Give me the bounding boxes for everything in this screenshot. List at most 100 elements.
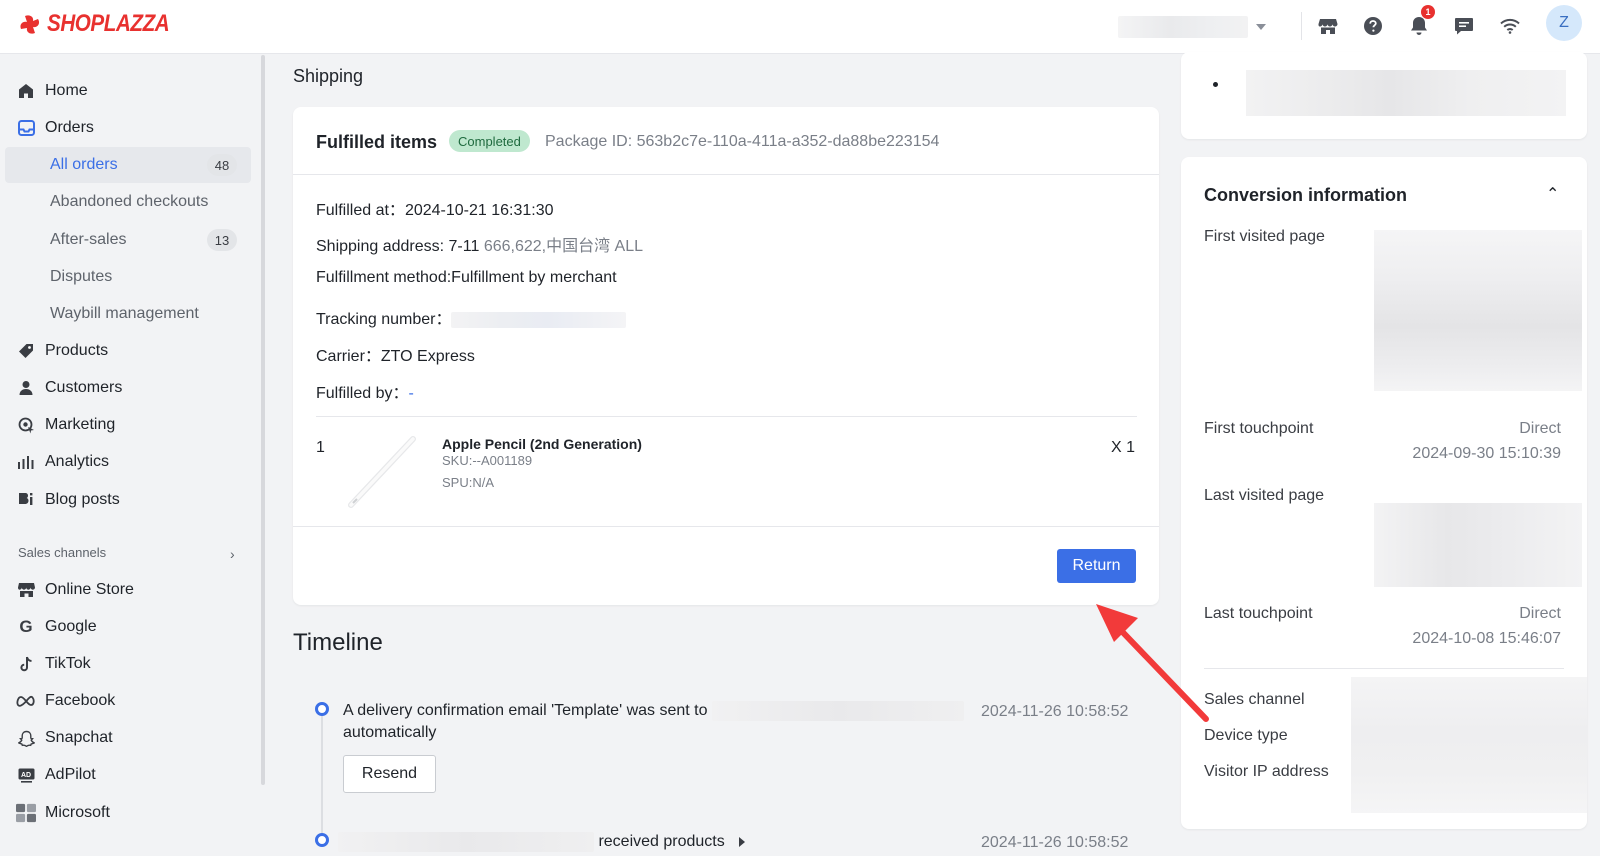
sidebar-item-analytics[interactable]: Analytics [0, 444, 252, 480]
count-badge: 13 [207, 229, 237, 251]
package-id: Package ID: 563b2c7e-110a-411a-a352-da88… [545, 133, 940, 150]
return-button[interactable]: Return [1057, 549, 1136, 583]
product-spu: SPU:N/A [442, 475, 495, 490]
sidebar-item-home[interactable]: Home [0, 73, 252, 109]
first-touchpoint-label: First touchpoint [1204, 420, 1314, 437]
store-icon[interactable] [1315, 13, 1341, 39]
sidebar-item-marketing[interactable]: Marketing [0, 407, 252, 443]
carrier: Carrier：ZTO Express [316, 348, 475, 365]
sales-channels-heading[interactable]: Sales channels [18, 545, 106, 560]
shoplazza-logo-icon [20, 15, 40, 34]
ad-icon: AD [16, 765, 36, 785]
fulfilled-at: Fulfilled at：2024-10-21 16:31:30 [316, 202, 554, 219]
redacted-url[interactable] [1374, 503, 1582, 587]
brand-logo[interactable]: SHOPLAZZA [17, 10, 189, 38]
fulfilled-items-card: Fulfilled items Completed Package ID: 56… [293, 107, 1159, 605]
sidebar-subitem-after-sales[interactable]: After-sales 13 [5, 222, 251, 258]
customer-redacted [338, 831, 594, 852]
google-icon: G [19, 617, 33, 636]
shipping-address: Shipping address: 7-11 666,622,中国台湾 ALL [316, 238, 644, 255]
redacted-content [1246, 70, 1566, 116]
timeline-dot [315, 702, 329, 716]
sidebar-item-products[interactable]: Products [0, 333, 252, 369]
last-touchpoint-label: Last touchpoint [1204, 605, 1313, 622]
store-name-redacted [1118, 16, 1248, 38]
resend-button[interactable]: Resend [343, 755, 436, 793]
timeline-event-text: received products [338, 831, 745, 853]
chat-icon[interactable] [1451, 13, 1477, 39]
tag-icon [16, 341, 36, 361]
sidebar-scrollbar[interactable] [261, 55, 265, 785]
visitor-ip-label: Visitor IP address [1204, 763, 1329, 780]
wifi-icon[interactable] [1497, 13, 1523, 39]
first-touchpoint-time: 2024-09-30 15:10:39 [1412, 445, 1561, 462]
sidebar-item-customers[interactable]: Customers [0, 370, 252, 406]
last-touchpoint-time: 2024-10-08 15:46:07 [1412, 630, 1561, 647]
sidebar-item-adpilot[interactable]: AD AdPilot [0, 757, 252, 793]
product-sku: SKU:--A001189 [442, 453, 533, 468]
sidebar-subitem-all-orders[interactable]: All orders 48 [5, 147, 251, 183]
marketing-icon [16, 415, 36, 435]
brand-name: SHOPLAZZA [47, 10, 170, 37]
bar-chart-icon [16, 452, 36, 472]
last-touchpoint-value: Direct [1519, 605, 1561, 622]
chevron-up-icon[interactable]: ⌃ [1546, 184, 1559, 204]
tiktok-icon [16, 654, 36, 674]
notification-badge: 1 [1421, 5, 1435, 19]
top-bar: SHOPLAZZA 1 Z [0, 0, 1600, 54]
timeline-event-text: A delivery confirmation email 'Template'… [343, 700, 983, 744]
sidebar-item-online-store[interactable]: Online Store [0, 572, 252, 608]
sidebar-item-google[interactable]: G Google [0, 609, 252, 645]
caret-right-icon[interactable] [738, 836, 745, 847]
home-icon [16, 81, 36, 101]
card-title: Conversion information [1204, 185, 1408, 205]
timeline-line [321, 716, 323, 836]
sidebar-subitem-abandoned-checkouts[interactable]: Abandoned checkouts [5, 184, 251, 220]
email-redacted [711, 700, 964, 721]
divider [316, 416, 1137, 417]
sidebar-item-orders[interactable]: Orders [0, 110, 252, 146]
fulfilled-by: Fulfilled by：- [316, 385, 414, 402]
meta-icon [16, 691, 36, 711]
sidebar-item-blog-posts[interactable]: Blog posts [0, 482, 252, 518]
timeline-title: Timeline [293, 629, 383, 656]
ghost-icon [16, 728, 36, 748]
device-type-label: Device type [1204, 727, 1288, 744]
first-visited-page-label: First visited page [1204, 228, 1325, 245]
timeline-event-time: 2024-11-26 10:58:52 [981, 703, 1129, 720]
sidebar-item-snapchat[interactable]: Snapchat [0, 720, 252, 756]
store-selector[interactable] [1118, 14, 1276, 40]
tracking-number-redacted[interactable] [451, 311, 627, 328]
conversion-information-card: Conversion information ⌃ First visited p… [1181, 157, 1587, 829]
sidebar-subitem-disputes[interactable]: Disputes [5, 259, 251, 295]
timeline-event-time: 2024-11-26 10:58:52 [981, 834, 1129, 851]
sidebar-item-facebook[interactable]: Facebook [0, 683, 252, 719]
sidebar-item-tiktok[interactable]: TikTok [0, 646, 252, 682]
person-icon [16, 378, 36, 398]
divider [293, 526, 1159, 527]
divider [1301, 12, 1302, 40]
tracking-number: Tracking number： [316, 305, 627, 329]
fulfillment-method: Fulfillment method:Fulfillment by mercha… [316, 269, 617, 286]
chevron-right-icon[interactable]: › [230, 546, 235, 562]
first-touchpoint-value: Direct [1519, 420, 1561, 437]
sidebar-item-microsoft[interactable]: Microsoft [0, 795, 252, 831]
store-icon [16, 580, 36, 600]
redacted-url[interactable] [1374, 230, 1582, 391]
divider [1204, 668, 1564, 669]
section-title-shipping: Shipping [293, 66, 364, 86]
card-title: Fulfilled items [316, 132, 438, 152]
last-visited-page-label: Last visited page [1204, 487, 1325, 504]
product-name[interactable]: Apple Pencil (2nd Generation) [442, 436, 642, 452]
timeline-dot [315, 833, 329, 847]
orders-icon [16, 118, 36, 138]
avatar[interactable]: Z [1546, 5, 1582, 41]
redacted-values [1351, 677, 1587, 813]
count-badge: 48 [207, 154, 237, 176]
help-icon[interactable] [1360, 13, 1386, 39]
sidebar-subitem-waybill-management[interactable]: Waybill management [5, 296, 251, 332]
apple-pencil-image [348, 436, 416, 508]
blog-icon [16, 490, 36, 510]
card-header: Fulfilled items Completed Package ID: 56… [293, 107, 1159, 175]
row-index: 1 [316, 439, 325, 456]
